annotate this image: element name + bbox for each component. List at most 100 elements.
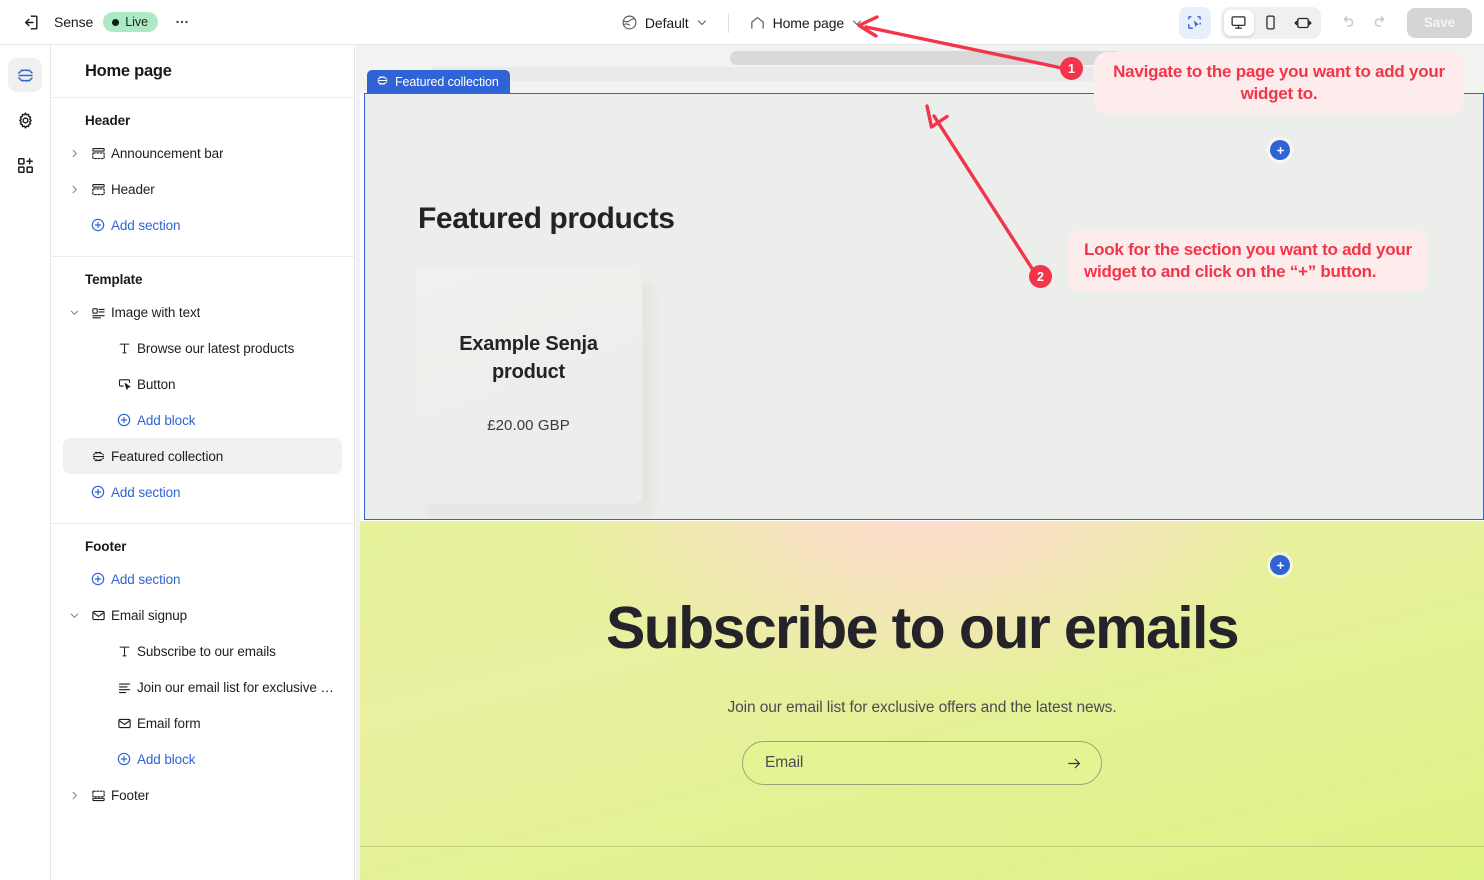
sidebar-item-email-signup[interactable]: Email signup	[63, 597, 342, 633]
theme-selector[interactable]: Default	[613, 9, 716, 36]
button-icon	[111, 377, 137, 392]
sidebar-item-label: Footer	[111, 787, 150, 803]
arrow-right-icon[interactable]	[1066, 755, 1083, 772]
toolbar-right-group: Save	[1178, 0, 1472, 45]
plus-circle-icon	[85, 571, 111, 587]
sidebar-group-label: Footer	[85, 539, 127, 554]
chevron-right-icon[interactable]	[63, 184, 85, 195]
sidebar-block-join-our-email-list[interactable]: Join our email list for exclusive o...	[63, 669, 342, 705]
viewport-switcher	[1220, 6, 1321, 39]
sidebar-group-label: Header	[85, 113, 131, 128]
sidebar-item-label: Announcement bar	[111, 145, 224, 161]
add-section-label: Add section	[111, 484, 181, 500]
sidebar-item-label: Email form	[137, 715, 201, 731]
section-badge: Featured collection	[367, 69, 510, 94]
more-options-button[interactable]	[166, 6, 198, 38]
sidebar-block-browse-our-latest-products[interactable]: Browse our latest products	[63, 330, 342, 366]
page-selector[interactable]: Home page	[741, 9, 871, 36]
viewport-mobile-button[interactable]	[1256, 10, 1286, 36]
theme-selector-label: Default	[644, 14, 689, 31]
add-block-label: Add block	[137, 751, 196, 767]
chevron-right-icon[interactable]	[63, 148, 85, 159]
section-icon	[85, 182, 111, 197]
sidebar-group-header: Header Announcement bar Header Add secti…	[51, 98, 354, 257]
select-pointer-icon[interactable]	[1178, 6, 1211, 39]
sidebar-item-image-with-text[interactable]: Image with text	[63, 294, 342, 330]
product-card[interactable]: Example Senja product £20.00 GBP	[415, 269, 642, 504]
featured-collection-section[interactable]: Featured collection Featured products Ex…	[364, 69, 1484, 520]
email-form[interactable]: Email	[742, 741, 1102, 785]
rail-item-settings[interactable]	[8, 103, 42, 137]
chevron-down-icon[interactable]	[63, 610, 85, 621]
chevron-down-icon[interactable]	[63, 307, 85, 318]
sidebar-item-label: Email signup	[111, 607, 188, 623]
viewport-fullwidth-button[interactable]	[1288, 10, 1318, 36]
storefront-preview: Featured collection Featured products Ex…	[360, 45, 1484, 880]
product-name: Example Senja product	[459, 333, 598, 384]
sections-sidebar: Home page Header Announcement bar Header…	[51, 45, 355, 880]
plus-circle-icon	[111, 751, 137, 767]
email-signup-heading: Subscribe to our emails	[605, 595, 1240, 661]
sidebar-item-label: Join our email list for exclusive o...	[137, 679, 334, 695]
viewport-desktop-button[interactable]	[1223, 9, 1254, 36]
email-input[interactable]: Email	[765, 754, 1066, 772]
annotation-number-2: 2	[1029, 265, 1052, 288]
email-signup-section[interactable]: Subscribe to our emails Join our email l…	[360, 521, 1484, 880]
page-selector-label: Home page	[772, 14, 845, 31]
theme-editor-window: Sense Live Default Home page Save Home p…	[0, 0, 1484, 880]
sidebar-item-footer[interactable]: Footer	[63, 777, 342, 813]
sidebar-block-subscribe-to-our-emails[interactable]: Subscribe to our emails	[63, 633, 342, 669]
sidebar-item-announcement-bar[interactable]: Announcement bar	[63, 135, 342, 171]
add-section-label: Add section	[111, 571, 181, 587]
shop-name: Sense	[54, 14, 94, 30]
home-icon	[749, 14, 766, 31]
add-section-label: Add section	[111, 217, 181, 233]
add-section-plus-button-bottom[interactable]	[1270, 555, 1290, 575]
left-rail	[0, 45, 51, 880]
rail-item-apps[interactable]	[8, 148, 42, 182]
save-button[interactable]: Save	[1406, 7, 1472, 38]
add-section-button[interactable]: Add section	[63, 474, 342, 510]
collection-icon	[376, 74, 389, 90]
add-section-button[interactable]: Add section	[63, 561, 342, 597]
sidebar-group-label: Template	[85, 272, 143, 287]
sidebar-block-button[interactable]: Button	[63, 366, 342, 402]
rail-item-sections[interactable]	[8, 58, 42, 92]
exit-icon[interactable]	[14, 6, 46, 38]
chevron-right-icon[interactable]	[63, 790, 85, 801]
chevron-down-icon	[696, 17, 708, 29]
sidebar-item-label: Image with text	[111, 304, 201, 320]
annotation-number-1: 1	[1060, 57, 1083, 80]
add-block-label: Add block	[137, 412, 196, 428]
undo-icon[interactable]	[1331, 7, 1363, 39]
text-icon	[111, 644, 137, 659]
add-section-button[interactable]: Add section	[63, 207, 342, 243]
section-icon	[85, 146, 111, 161]
sidebar-item-label: Subscribe to our emails	[137, 643, 276, 659]
footer-icon	[85, 788, 111, 803]
plus-circle-icon	[85, 217, 111, 233]
image-text-icon	[85, 305, 111, 320]
envelope-icon	[85, 608, 111, 623]
featured-products-heading: Featured products	[418, 202, 675, 235]
top-toolbar: Sense Live Default Home page Save	[0, 0, 1484, 45]
sidebar-item-label: Button	[137, 376, 176, 392]
footer-divider	[360, 846, 1484, 847]
redo-icon[interactable]	[1365, 7, 1397, 39]
status-badge-label: Live	[125, 15, 149, 29]
add-block-button[interactable]: Add block	[63, 741, 342, 777]
sidebar-item-featured-collection[interactable]: Featured collection	[63, 438, 342, 474]
sidebar-block-email-form[interactable]: Email form	[63, 705, 342, 741]
add-section-plus-button-top[interactable]	[1270, 140, 1290, 160]
plus-circle-icon	[111, 412, 137, 428]
live-dot-icon	[112, 18, 120, 26]
annotation-callout-2: Look for the section you want to add you…	[1068, 230, 1428, 292]
add-block-button[interactable]: Add block	[63, 402, 342, 438]
text-icon	[111, 341, 137, 356]
sidebar-item-label: Browse our latest products	[137, 340, 295, 356]
globe-icon	[621, 14, 638, 31]
sidebar-item-header[interactable]: Header	[63, 171, 342, 207]
sidebar-item-label: Featured collection	[111, 448, 224, 464]
envelope-icon	[111, 716, 137, 731]
plus-circle-icon	[85, 484, 111, 500]
